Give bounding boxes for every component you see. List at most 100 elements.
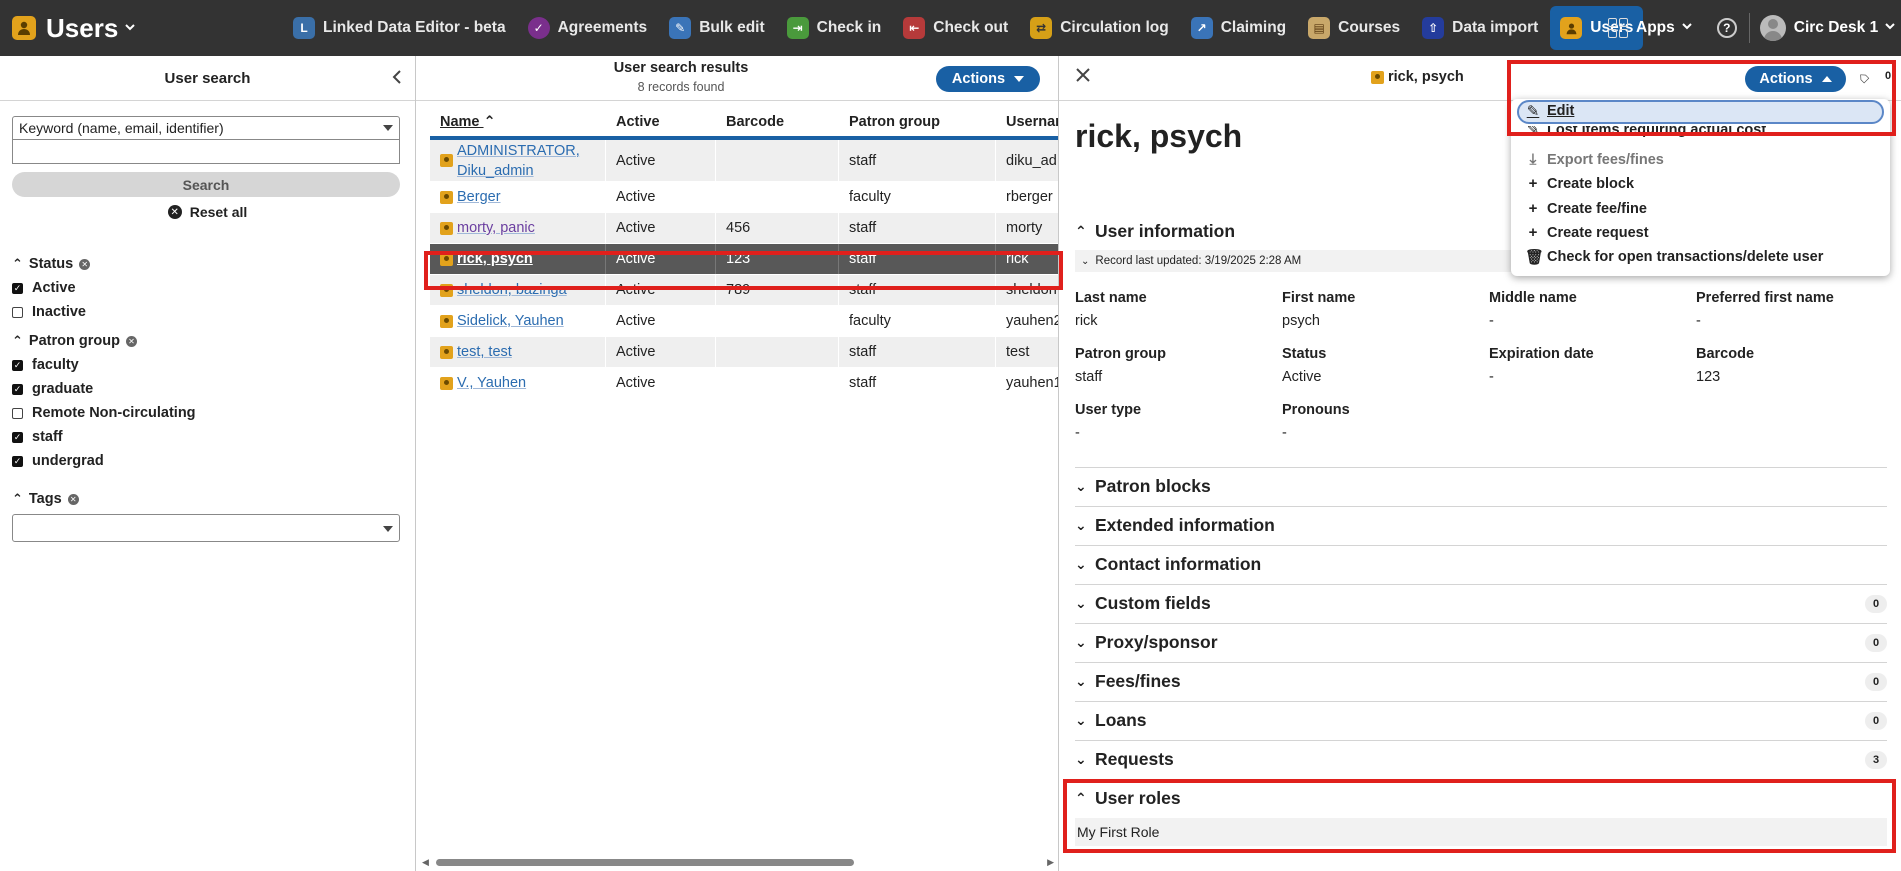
column-header-name[interactable]: Name ⌃ bbox=[430, 114, 606, 130]
nav-label: Check in bbox=[816, 19, 882, 36]
clear-filter-icon[interactable]: ✕ bbox=[67, 493, 79, 505]
nav-circulation-log[interactable]: ⇄ Circulation log bbox=[1020, 8, 1179, 48]
filter-option-active[interactable]: ✓ Active bbox=[12, 276, 90, 300]
filter-option-remote-non-circulating[interactable]: Remote Non-circulating bbox=[12, 401, 196, 425]
cell-active: Active bbox=[606, 368, 716, 398]
checkbox-checked[interactable]: ✓ bbox=[12, 455, 23, 467]
clear-filter-icon[interactable]: ✕ bbox=[125, 335, 137, 347]
filter-option-faculty[interactable]: ✓ faculty bbox=[12, 353, 196, 377]
scroll-right-icon[interactable]: ▶ bbox=[1047, 857, 1054, 868]
menu-item-create-fee-fine[interactable]: + Create fee/fine bbox=[1525, 200, 1647, 217]
nav-check-out[interactable]: ⇤ Check out bbox=[893, 8, 1018, 48]
checkbox-unchecked[interactable] bbox=[12, 407, 23, 419]
table-row[interactable]: Berger Active faculty rberger bbox=[430, 182, 1058, 213]
accordion-user-roles[interactable]: ⌃ User roles bbox=[1075, 788, 1887, 809]
user-link[interactable]: morty, panic bbox=[457, 218, 535, 238]
accordion-custom-fields[interactable]: ⌄ Custom fields 0 bbox=[1075, 593, 1887, 614]
horizontal-scrollbar[interactable]: ◀ ▶ bbox=[422, 857, 1054, 867]
column-header-active[interactable]: Active bbox=[606, 114, 716, 130]
close-icon[interactable] bbox=[1075, 64, 1091, 88]
clear-filter-icon[interactable]: ✕ bbox=[79, 258, 91, 270]
scroll-left-icon[interactable]: ◀ bbox=[422, 857, 429, 868]
checkbox-checked[interactable]: ✓ bbox=[12, 383, 23, 395]
apps-menu-button[interactable]: Apps bbox=[1598, 8, 1703, 48]
search-button[interactable]: Search bbox=[12, 172, 400, 197]
table-row[interactable]: morty, panic Active 456 staff morty bbox=[430, 213, 1058, 244]
table-row[interactable]: ADMINISTRATOR, Diku_admin Active staff d… bbox=[430, 140, 1058, 182]
filter-option-inactive[interactable]: Inactive bbox=[12, 300, 90, 324]
user-link[interactable]: Sidelick, Yauhen bbox=[457, 311, 564, 331]
menu-item-check-open-transactions[interactable]: 🗑 Check for open transactions/delete user bbox=[1525, 248, 1823, 266]
menu-item-create-request[interactable]: + Create request bbox=[1525, 224, 1649, 241]
accordion-fees-fines[interactable]: ⌄ Fees/fines 0 bbox=[1075, 671, 1887, 692]
top-navigation: Users L Linked Data Editor - beta ✓ Agreem… bbox=[0, 0, 1901, 56]
reset-all-button[interactable]: ✕ Reset all bbox=[12, 204, 403, 220]
detail-actions-button[interactable]: Actions bbox=[1745, 66, 1846, 92]
status-filter-header[interactable]: ⌃ Status ✕ bbox=[12, 254, 91, 274]
accordion-contact-information[interactable]: ⌄ Contact information bbox=[1075, 554, 1887, 575]
menu-item-lost-items[interactable]: ✎ Lost items requiring actual cost bbox=[1525, 126, 1766, 138]
nav-courses[interactable]: ▤ Courses bbox=[1298, 8, 1410, 48]
search-field-select[interactable]: Keyword (name, email, identifier) bbox=[12, 116, 400, 140]
user-link[interactable]: sheldon, bazinga bbox=[457, 280, 567, 300]
filter-option-graduate[interactable]: ✓ graduate bbox=[12, 377, 196, 401]
collapse-pane-icon[interactable] bbox=[391, 68, 403, 89]
user-link[interactable]: test, test bbox=[457, 342, 512, 362]
cell-username: test bbox=[996, 337, 1058, 367]
menu-item-edit[interactable]: ✎ Edit bbox=[1525, 102, 1575, 120]
table-row-selected[interactable]: rick, psych Active 123 staff rick bbox=[430, 244, 1058, 275]
column-header-username[interactable]: Usernar bbox=[996, 114, 1058, 130]
checkbox-unchecked[interactable] bbox=[12, 306, 23, 318]
menu-item-label: Lost items requiring actual cost bbox=[1547, 126, 1767, 138]
plus-icon: + bbox=[1528, 200, 1538, 217]
field-value: - bbox=[1489, 369, 1494, 385]
checkbox-checked[interactable]: ✓ bbox=[12, 431, 23, 443]
accordion-patron-blocks[interactable]: ⌄ Patron blocks bbox=[1075, 476, 1887, 497]
checkbox-checked[interactable]: ✓ bbox=[12, 282, 23, 294]
user-link[interactable]: rick, psych bbox=[457, 249, 533, 269]
nav-linked-data-editor[interactable]: L Linked Data Editor - beta bbox=[283, 8, 516, 48]
table-row[interactable]: Sidelick, Yauhen Active faculty yauhen2 bbox=[430, 306, 1058, 337]
filter-option-staff[interactable]: ✓ staff bbox=[12, 425, 196, 449]
avatar bbox=[1759, 15, 1786, 41]
nav-check-in[interactable]: ⇥ Check in bbox=[777, 8, 892, 48]
menu-item-export-fees-fines[interactable]: ⤓ Export fees/fines bbox=[1525, 151, 1664, 168]
cell-active: Active bbox=[606, 213, 716, 243]
nav-claiming[interactable]: ↗ Claiming bbox=[1181, 8, 1296, 48]
profile-menu[interactable]: Circ Desk 1 bbox=[1759, 15, 1896, 41]
user-link[interactable]: Berger bbox=[457, 187, 501, 207]
menu-item-create-block[interactable]: + Create block bbox=[1525, 175, 1634, 192]
check-out-icon: ⇤ bbox=[903, 17, 926, 39]
count-badge: 3 bbox=[1865, 750, 1887, 769]
accordion-proxy-sponsor[interactable]: ⌄ Proxy/sponsor 0 bbox=[1075, 632, 1887, 653]
user-link[interactable]: V., Yauhen bbox=[457, 373, 526, 393]
cell-barcode bbox=[716, 368, 839, 398]
nav-agreements[interactable]: ✓ Agreements bbox=[518, 8, 658, 48]
user-search-pane: User search Keyword (name, email, identi… bbox=[0, 56, 416, 871]
column-header-barcode[interactable]: Barcode bbox=[716, 114, 839, 130]
field-label: User type bbox=[1075, 402, 1142, 418]
app-context-menu[interactable]: Users bbox=[0, 0, 148, 56]
tags-select[interactable] bbox=[12, 514, 400, 542]
help-icon[interactable]: ? bbox=[1716, 18, 1737, 38]
filter-option-undergrad[interactable]: ✓ undergrad bbox=[12, 449, 196, 473]
tags-filter-header[interactable]: ⌃ Tags ✕ bbox=[12, 489, 400, 509]
accordion-extended-information[interactable]: ⌄ Extended information bbox=[1075, 515, 1887, 536]
app-nav: L Linked Data Editor - beta ✓ Agreements ✎… bbox=[283, 0, 1645, 56]
results-actions-button[interactable]: Actions bbox=[936, 66, 1040, 92]
patron-group-filter-header[interactable]: ⌃ Patron group ✕ bbox=[12, 331, 196, 351]
checkbox-checked[interactable]: ✓ bbox=[12, 359, 23, 371]
accordion-loans[interactable]: ⌄ Loans 0 bbox=[1075, 710, 1887, 731]
user-icon bbox=[440, 376, 453, 390]
table-row[interactable]: V., Yauhen Active staff yauhen1 bbox=[430, 368, 1058, 399]
nav-bulk-edit[interactable]: ✎ Bulk edit bbox=[659, 8, 774, 48]
tag-icon[interactable]: ⌂ bbox=[1854, 68, 1874, 88]
column-header-patron-group[interactable]: Patron group bbox=[839, 114, 996, 130]
table-row[interactable]: sheldon, bazinga Active 789 staff sheldo… bbox=[430, 275, 1058, 306]
user-link[interactable]: ADMINISTRATOR, Diku_admin bbox=[457, 141, 605, 181]
table-row[interactable]: test, test Active staff test bbox=[430, 337, 1058, 368]
nav-data-import[interactable]: ⇧ Data import bbox=[1412, 8, 1548, 48]
accordion-requests[interactable]: ⌄ Requests 3 bbox=[1075, 749, 1887, 770]
scrollbar-thumb[interactable] bbox=[436, 859, 854, 866]
search-input[interactable] bbox=[12, 140, 400, 164]
